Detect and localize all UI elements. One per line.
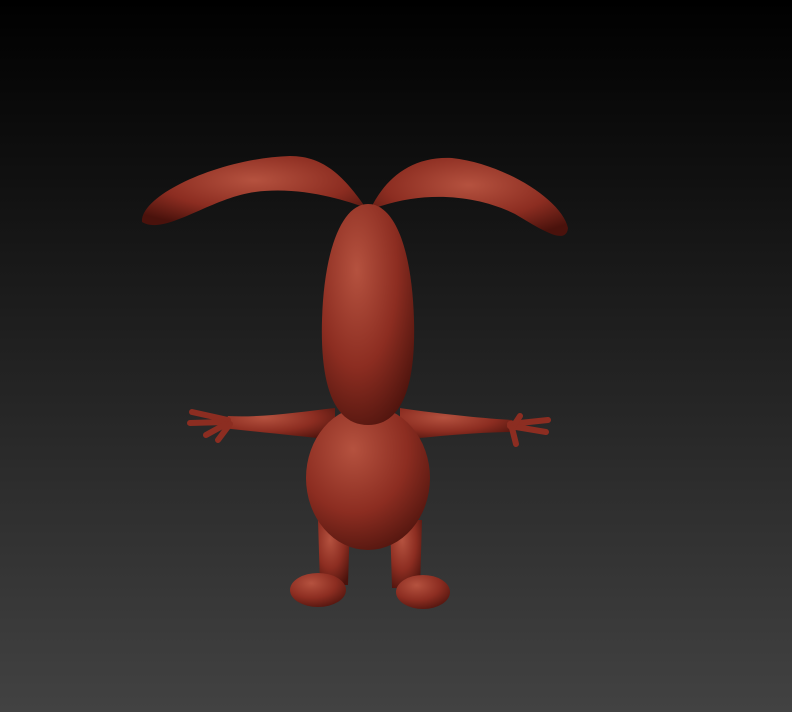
right-foot [396,575,450,609]
left-foot [290,573,346,607]
head [321,204,415,425]
body [306,406,430,550]
3d-viewport-canvas[interactable] [0,0,792,712]
viewport-svg[interactable] [0,0,792,712]
